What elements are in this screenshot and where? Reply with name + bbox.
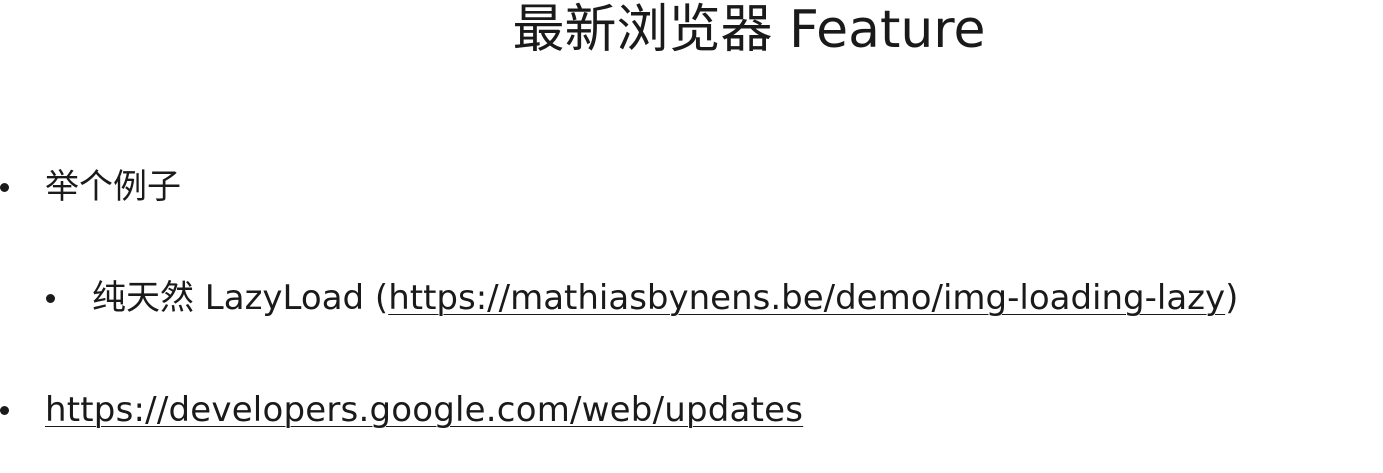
lazyload-demo-link[interactable]: https://mathiasbynens.be/demo/img-loadin… — [388, 276, 1225, 320]
sub-bullet-item-lazyload: 纯天然 LazyLoad (https://mathiasbynens.be/d… — [0, 276, 1238, 320]
bullet-item-example: 举个例子 — [0, 165, 181, 209]
bullet-text: 举个例子 — [45, 167, 181, 207]
slide-title: 最新浏览器 Feature — [512, 0, 986, 60]
lazyload-close-paren: ) — [1225, 278, 1239, 318]
bullet-point-icon — [0, 405, 9, 415]
bullet-point-icon — [0, 182, 9, 192]
google-updates-link[interactable]: https://developers.google.com/web/update… — [45, 388, 803, 432]
bullet-point-icon — [46, 293, 55, 303]
bullet-item-updates: https://developers.google.com/web/update… — [0, 388, 803, 432]
lazyload-label: 纯天然 LazyLoad ( — [92, 278, 389, 318]
